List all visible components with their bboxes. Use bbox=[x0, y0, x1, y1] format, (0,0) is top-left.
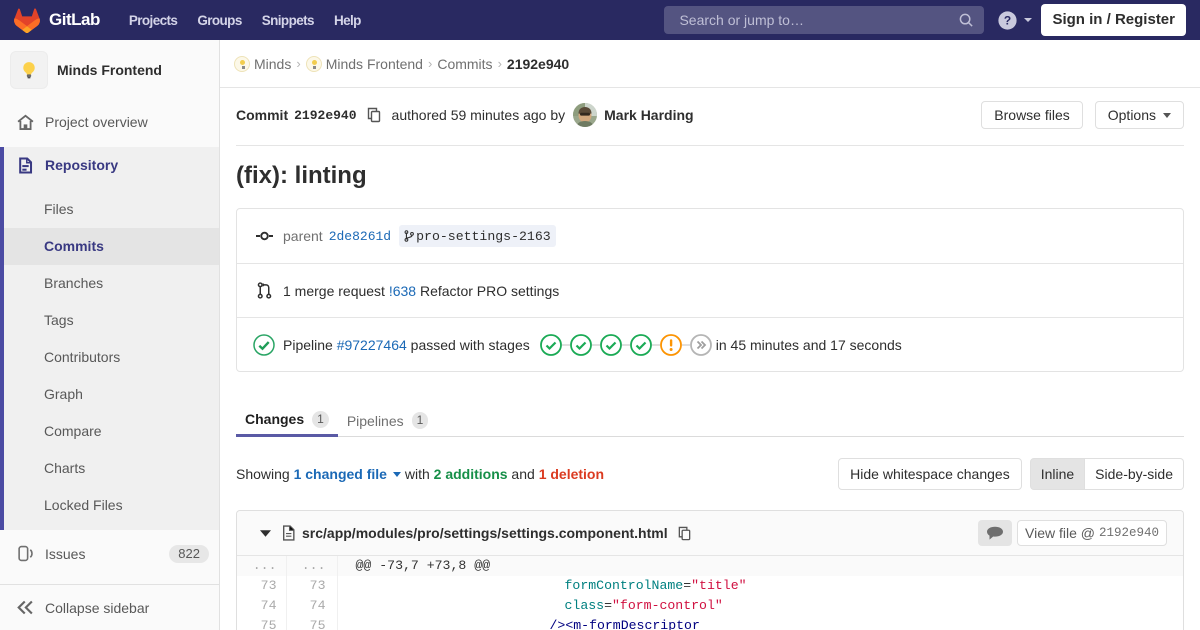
svg-text:?: ? bbox=[1004, 13, 1011, 27]
